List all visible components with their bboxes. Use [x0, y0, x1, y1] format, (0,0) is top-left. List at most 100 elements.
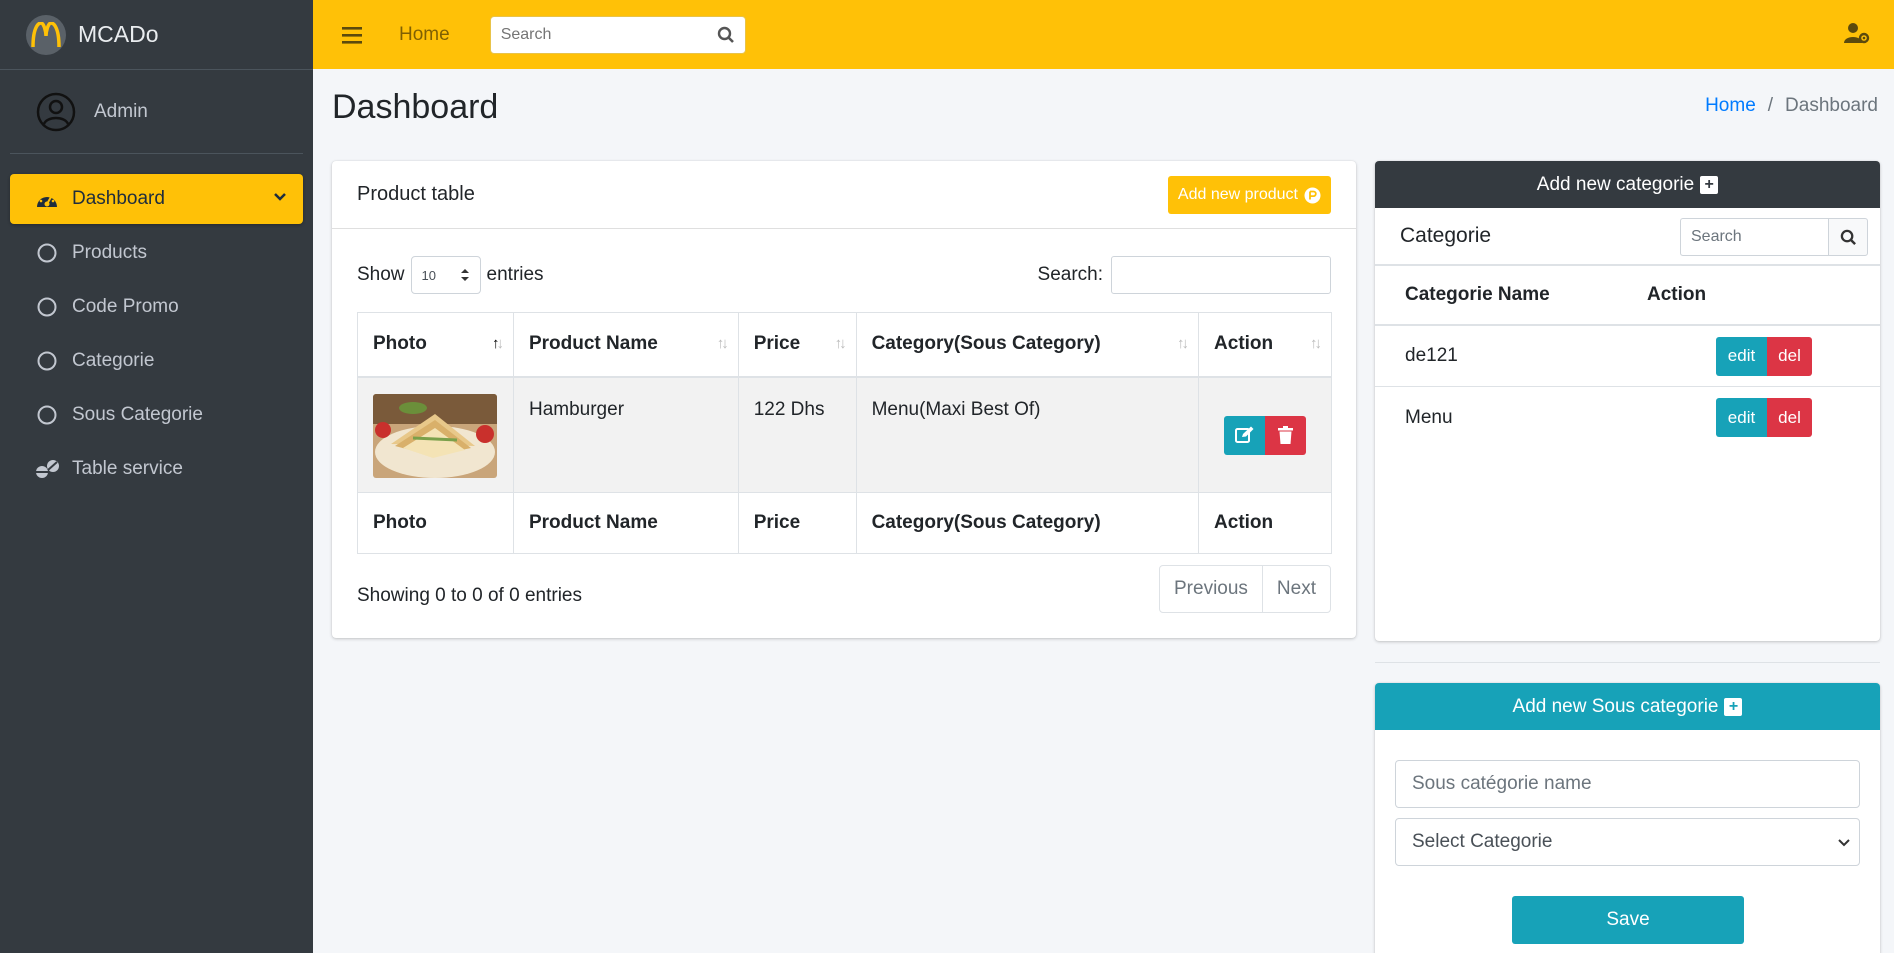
sidebar-item-categorie[interactable]: Categorie [10, 336, 303, 386]
column-header-price[interactable]: Price ↑↓ [737, 312, 857, 378]
user-panel[interactable]: Admin [10, 70, 303, 154]
circle-icon [34, 240, 60, 266]
sidebar-item-label: Categorie [72, 350, 155, 371]
table-search-input[interactable] [1111, 256, 1331, 294]
categorie-card: Add new categorie + Categorie Search Cat… [1375, 161, 1880, 641]
categorie-name-cell: Menu [1405, 406, 1453, 428]
product-table-card: Product table Add new product Show 10 en… [332, 161, 1356, 638]
user-cog-icon[interactable] [1844, 22, 1870, 44]
plus-square-icon: + [1724, 697, 1743, 716]
categorie-search-input[interactable]: Search [1680, 218, 1828, 256]
sidebar-item-table-service[interactable]: Table service [10, 444, 303, 494]
table-row: Hamburger 122 Dhs Menu(Maxi Best Of) [357, 376, 1332, 493]
sidebar: MCADo Admin Dashboard Products Code Prom… [0, 0, 313, 953]
table-row: Menu edit del [1375, 387, 1880, 448]
categorie-table-header: Categorie Name Action [1375, 266, 1880, 326]
sous-categorie-card: Add new Sous categorie + Sous catégorie … [1375, 683, 1880, 953]
footer-photo: Photo [357, 492, 514, 554]
edit-product-button[interactable] [1224, 415, 1266, 455]
table-footer-row: Photo Product Name Price Category(Sous C… [357, 492, 1332, 554]
sidebar-item-label: Dashboard [72, 188, 165, 209]
entries-select[interactable]: 10 [410, 256, 481, 294]
circle-icon [34, 294, 60, 320]
categorie-select-value: Select Categorie [1412, 831, 1553, 852]
column-header-photo[interactable]: Photo ↑↓ [357, 312, 514, 378]
breadcrumb-separator: / [1767, 95, 1774, 116]
categorie-select[interactable]: Select Categorie [1395, 818, 1860, 866]
add-categorie-label: Add new categorie [1536, 173, 1695, 195]
sous-categorie-name-input[interactable]: Sous catégorie name [1395, 760, 1860, 808]
sidebar-item-products[interactable]: Products [10, 228, 303, 278]
top-search [489, 15, 746, 54]
brand-name: MCADo [78, 21, 159, 47]
footer-price: Price [737, 492, 857, 554]
column-header-categorie-name: Categorie Name [1405, 284, 1550, 305]
sort-icon: ↑↓ [716, 335, 729, 352]
product-name-cell: Hamburger [512, 376, 739, 493]
categorie-title: Categorie [1400, 224, 1492, 247]
next-button[interactable]: Next [1261, 566, 1330, 612]
circle-icon [34, 348, 60, 374]
breadcrumb-home-link[interactable]: Home [1705, 95, 1756, 117]
add-sous-categorie-button[interactable]: Add new Sous categorie + [1375, 683, 1880, 730]
sort-icon: ↑↓ [1310, 335, 1322, 352]
column-header-action: Action [1647, 284, 1707, 305]
sort-asc-icon: ↑↓ [491, 335, 504, 352]
show-label: Show [357, 264, 405, 285]
product-category-cell: Menu(Maxi Best Of) [855, 376, 1200, 493]
table-search: Search: [1038, 256, 1331, 294]
action-buttons [1224, 415, 1307, 455]
table-header-row: Photo ↑↓ Product Name ↑↓ Price ↑↓ Category(… [357, 312, 1332, 378]
add-product-button[interactable]: Add new product [1167, 176, 1331, 214]
sort-icon: ↑↓ [834, 335, 847, 352]
chevron-down-icon [1838, 839, 1850, 847]
product-photo-cell [357, 376, 514, 493]
add-product-label: Add new product [1177, 186, 1298, 203]
product-price-cell: 122 Dhs [737, 376, 857, 493]
sidebar-item-sous-categorie[interactable]: Sous Categorie [10, 390, 303, 440]
chevron-down-icon [274, 193, 286, 201]
sort-icon: ↑↓ [1177, 335, 1189, 352]
previous-button[interactable]: Previous [1160, 566, 1262, 612]
entries-length: Show 10 entries [357, 256, 544, 294]
column-header-product-name[interactable]: Product Name ↑↓ [512, 312, 739, 378]
add-categorie-button[interactable]: Add new categorie + [1375, 161, 1880, 208]
edit-categorie-button[interactable]: edit [1716, 398, 1767, 437]
sidebar-item-label: Products [72, 242, 147, 263]
breadcrumb-current: Dashboard [1785, 95, 1878, 116]
brand-logo [26, 14, 66, 55]
product-table: Photo ↑↓ Product Name ↑↓ Price ↑↓ Category(… [357, 312, 1332, 554]
hamburger-menu-icon[interactable] [341, 26, 363, 44]
search-icon[interactable] [708, 26, 745, 44]
brand[interactable]: MCADo [0, 0, 313, 70]
column-header-category[interactable]: Category(Sous Category) ↑↓ [855, 312, 1200, 378]
pagination: Previous Next [1159, 565, 1331, 613]
footer-category: Category(Sous Category) [855, 492, 1200, 554]
delete-product-button[interactable] [1265, 415, 1307, 455]
column-header-action[interactable]: Action ↑↓ [1198, 312, 1332, 378]
top-home-link[interactable]: Home [399, 24, 450, 46]
search-icon[interactable] [1828, 218, 1868, 256]
sidebar-item-code-promo[interactable]: Code Promo [10, 282, 303, 332]
save-button[interactable]: Save [1512, 896, 1744, 944]
product-card-title: Product table [357, 183, 475, 205]
user-avatar-icon [36, 92, 76, 131]
product-photo [373, 393, 497, 478]
categorie-subheader: Categorie Search [1375, 208, 1880, 266]
breadcrumb: Home / Dashboard [1705, 95, 1878, 117]
sidebar-item-dashboard[interactable]: Dashboard [10, 174, 303, 224]
top-search-input[interactable] [490, 16, 708, 53]
product-action-cell [1198, 376, 1332, 493]
entries-select-value: 10 [421, 267, 436, 283]
topbar: Home [313, 0, 1894, 69]
entries-label: entries [486, 264, 544, 285]
footer-action: Action [1198, 492, 1332, 554]
edit-categorie-button[interactable]: edit [1716, 336, 1767, 376]
delete-categorie-button[interactable]: del [1767, 398, 1812, 437]
product-card-header: Product table Add new product [332, 161, 1356, 229]
sidebar-item-label: Sous Categorie [72, 404, 203, 425]
page-title: Dashboard [332, 88, 499, 126]
categorie-name-cell: de121 [1405, 345, 1458, 366]
footer-product-name: Product Name [512, 492, 739, 554]
delete-categorie-button[interactable]: del [1767, 336, 1812, 376]
